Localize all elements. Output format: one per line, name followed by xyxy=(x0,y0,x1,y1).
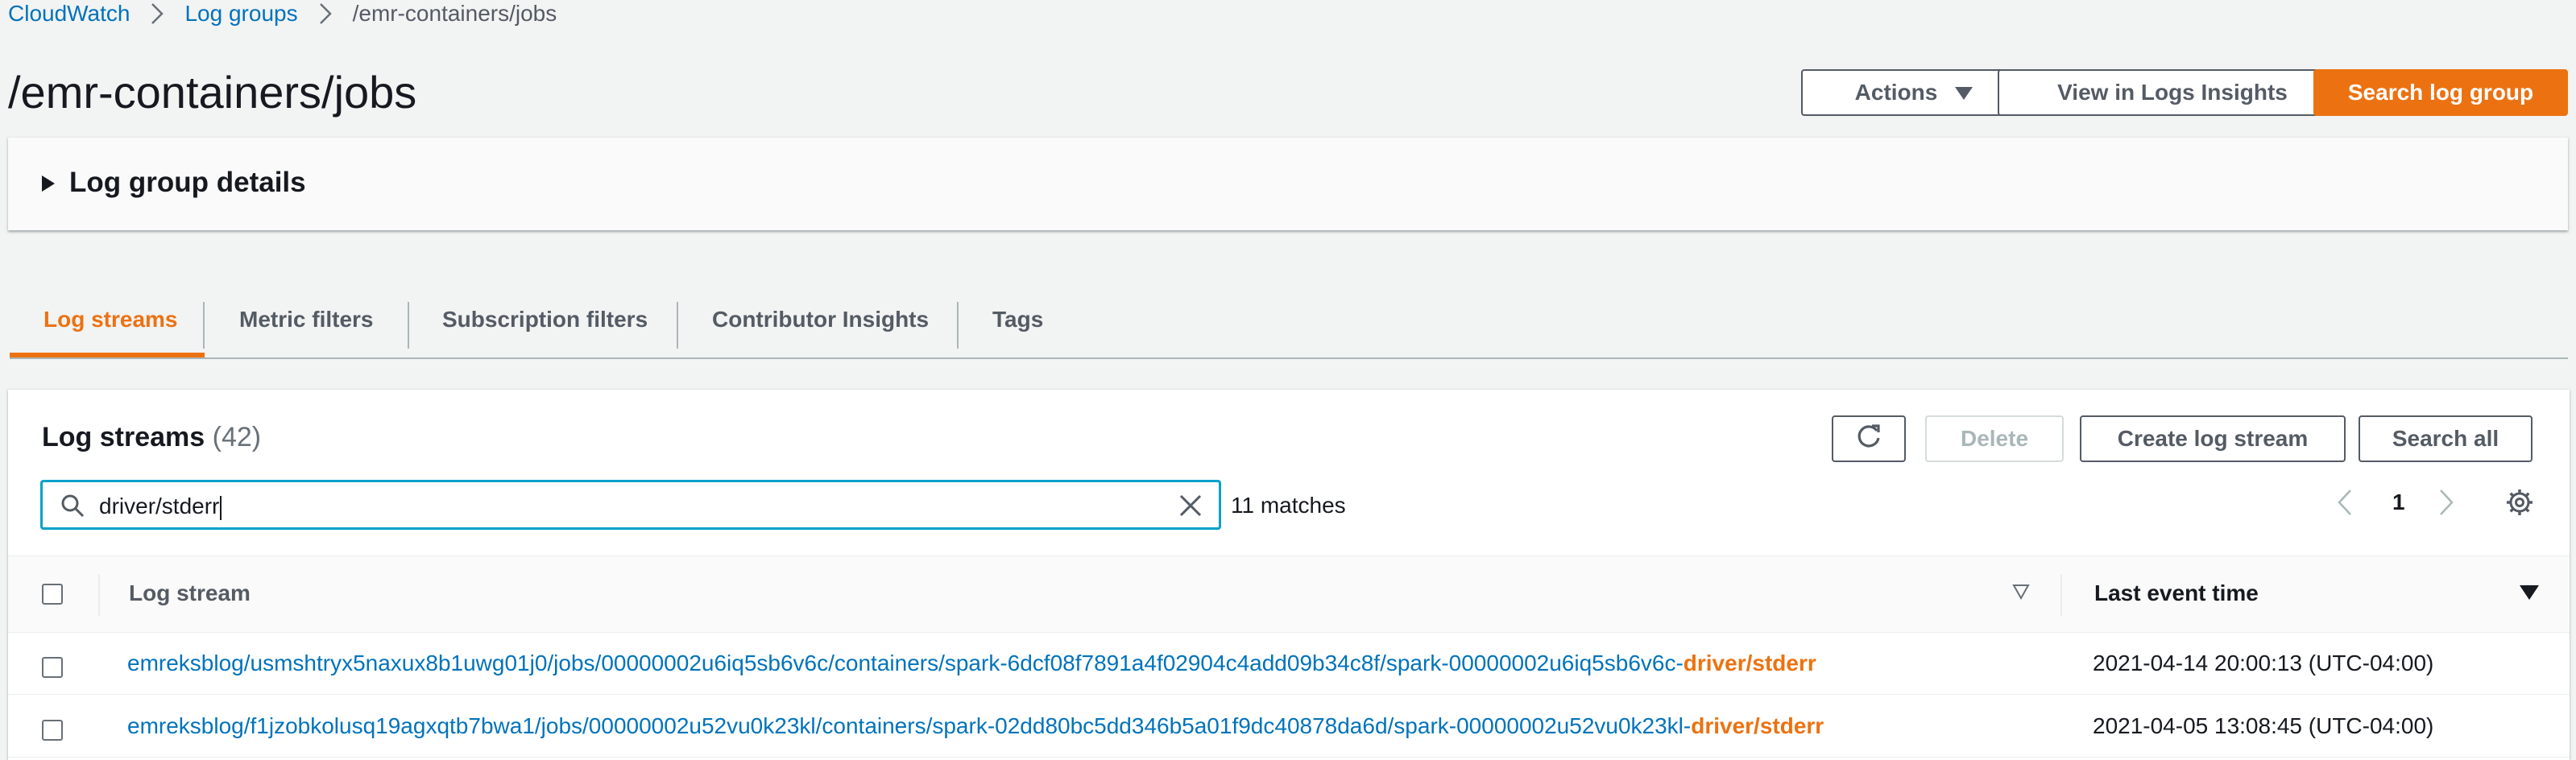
tab-subscription-filters[interactable]: Subscription filters xyxy=(442,282,648,357)
settings-gear-icon[interactable] xyxy=(2505,488,2534,522)
refresh-icon xyxy=(1855,423,1882,456)
log-streams-panel: Log streams (42) Delete Create log strea… xyxy=(8,390,2570,760)
select-all-checkbox[interactable] xyxy=(42,584,63,605)
sort-descending-icon[interactable] xyxy=(2520,585,2539,604)
tab-log-streams[interactable]: Log streams xyxy=(43,282,178,357)
refresh-button[interactable] xyxy=(1832,415,1906,462)
table-row: emreksblog/usmshtryx5naxux8b1uwg01j0/job… xyxy=(8,631,2570,695)
column-divider xyxy=(98,574,100,616)
log-stream-match-highlight: driver/stderr xyxy=(1691,713,1824,738)
log-streams-heading: Log streams (42) xyxy=(42,422,261,453)
tab-metric-filters[interactable]: Metric filters xyxy=(239,282,374,357)
search-input-value: driver/stderr xyxy=(99,494,222,520)
log-streams-count: (42) xyxy=(212,422,262,452)
chevron-right-icon xyxy=(151,3,164,24)
tab-divider xyxy=(408,302,409,349)
last-event-time: 2021-04-14 20:00:13 (UTC-04:00) xyxy=(2093,651,2434,675)
search-log-group-button[interactable]: Search log group xyxy=(2313,69,2568,116)
table-header: Log stream Last event time xyxy=(8,556,2570,633)
delete-button[interactable]: Delete xyxy=(1925,415,2064,462)
clear-search-icon[interactable] xyxy=(1178,494,1203,522)
last-event-time: 2021-04-05 13:08:45 (UTC-04:00) xyxy=(2093,713,2434,738)
next-page-icon[interactable] xyxy=(2439,489,2454,521)
log-stream-search-input[interactable]: driver/stderr xyxy=(40,480,1221,530)
log-stream-name: emreksblog/f1jzobkolusq19agxqtb7bwa1/job… xyxy=(127,713,1692,738)
column-divider xyxy=(2060,574,2062,616)
log-stream-link[interactable]: emreksblog/f1jzobkolusq19agxqtb7bwa1/job… xyxy=(127,713,1824,739)
breadcrumb-current: /emr-containers/jobs xyxy=(352,1,557,26)
log-group-details-toggle[interactable]: Log group details xyxy=(42,167,306,199)
search-all-button[interactable]: Search all xyxy=(2359,415,2533,462)
column-header-last-event-time[interactable]: Last event time xyxy=(2094,580,2259,606)
text-cursor xyxy=(220,495,222,520)
page-title: /emr-containers/jobs xyxy=(8,67,417,118)
current-page-number[interactable]: 1 xyxy=(2392,489,2405,515)
create-log-stream-label: Create log stream xyxy=(2117,426,2309,451)
breadcrumb-cloudwatch[interactable]: CloudWatch xyxy=(8,1,130,27)
breadcrumb: CloudWatch Log groups /emr-containers/jo… xyxy=(8,0,557,27)
view-in-logs-insights-button[interactable]: View in Logs Insights xyxy=(1998,69,2347,116)
active-tab-indicator xyxy=(10,353,205,357)
sort-triangle-outline-icon[interactable] xyxy=(2012,584,2030,604)
tab-divider xyxy=(957,302,959,349)
search-icon xyxy=(60,494,85,522)
delete-label: Delete xyxy=(1960,426,2029,451)
expand-triangle-icon xyxy=(42,167,55,199)
log-stream-match-highlight: driver/stderr xyxy=(1683,651,1816,675)
row-checkbox[interactable] xyxy=(42,657,63,678)
match-count: 11 matches xyxy=(1231,493,1346,518)
previous-page-icon[interactable] xyxy=(2338,489,2352,521)
create-log-stream-button[interactable]: Create log stream xyxy=(2080,415,2346,462)
table-row: emreksblog/f1jzobkolusq19agxqtb7bwa1/job… xyxy=(8,694,2570,758)
view-in-logs-insights-label: View in Logs Insights xyxy=(2057,80,2288,105)
actions-dropdown-button[interactable]: Actions xyxy=(1801,69,2027,116)
tab-tags[interactable]: Tags xyxy=(992,282,1043,357)
row-checkbox[interactable] xyxy=(42,720,63,741)
tab-contributor-insights[interactable]: Contributor Insights xyxy=(712,282,929,357)
log-streams-title: Log streams xyxy=(42,422,205,452)
search-input-text: driver/stderr xyxy=(99,494,220,518)
tab-bar: Log streams Metric filters Subscription … xyxy=(10,282,2568,359)
log-stream-link[interactable]: emreksblog/usmshtryx5naxux8b1uwg01j0/job… xyxy=(127,651,1816,676)
tab-divider xyxy=(203,302,205,349)
caret-down-icon xyxy=(1955,80,1973,105)
breadcrumb-log-groups[interactable]: Log groups xyxy=(184,1,297,27)
chevron-right-icon xyxy=(319,3,332,24)
tab-divider xyxy=(677,302,678,349)
actions-label: Actions xyxy=(1854,80,1938,105)
log-stream-name: emreksblog/usmshtryx5naxux8b1uwg01j0/job… xyxy=(127,651,1684,675)
log-group-details-panel: Log group details xyxy=(8,137,2568,230)
log-group-details-label: Log group details xyxy=(69,167,306,198)
column-header-log-stream[interactable]: Log stream xyxy=(129,580,251,606)
search-all-label: Search all xyxy=(2392,426,2499,451)
search-log-group-label: Search log group xyxy=(2347,80,2534,105)
